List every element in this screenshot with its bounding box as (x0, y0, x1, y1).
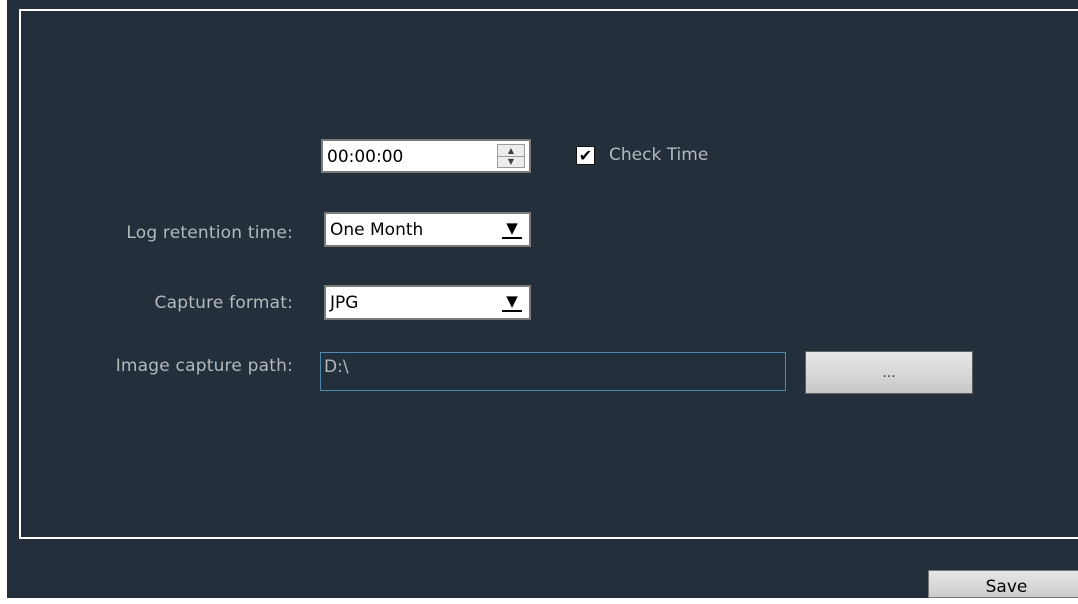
log-retention-select[interactable]: One Month ▼ (324, 212, 531, 247)
check-time-checkbox[interactable]: ✔ (576, 146, 595, 165)
settings-window: 00:00:00 ▲ ▼ ✔ Check Time Log retention … (7, 0, 1078, 598)
settings-panel (19, 9, 1078, 539)
browse-button[interactable]: ... (805, 351, 973, 394)
save-button[interactable]: Save (928, 570, 1078, 598)
capture-format-select[interactable]: JPG ▼ (324, 285, 531, 320)
check-time-label: Check Time (609, 145, 709, 165)
time-value[interactable]: 00:00:00 (327, 147, 403, 167)
capture-format-value: JPG (330, 293, 359, 313)
image-capture-path-value[interactable]: D:\ (324, 357, 349, 377)
dropdown-arrow-icon[interactable]: ▼ (502, 220, 522, 239)
image-capture-path-label: Image capture path: (115, 356, 293, 376)
capture-format-label: Capture format: (154, 293, 293, 313)
dropdown-arrow-icon[interactable]: ▼ (502, 293, 522, 312)
time-spinner[interactable]: 00:00:00 ▲ ▼ (321, 139, 531, 173)
spin-down-icon[interactable]: ▼ (498, 156, 524, 167)
image-capture-path-input[interactable]: D:\ (320, 352, 786, 391)
log-retention-value: One Month (330, 220, 424, 240)
log-retention-label: Log retention time: (126, 223, 293, 243)
time-spin-buttons[interactable]: ▲ ▼ (497, 144, 525, 168)
